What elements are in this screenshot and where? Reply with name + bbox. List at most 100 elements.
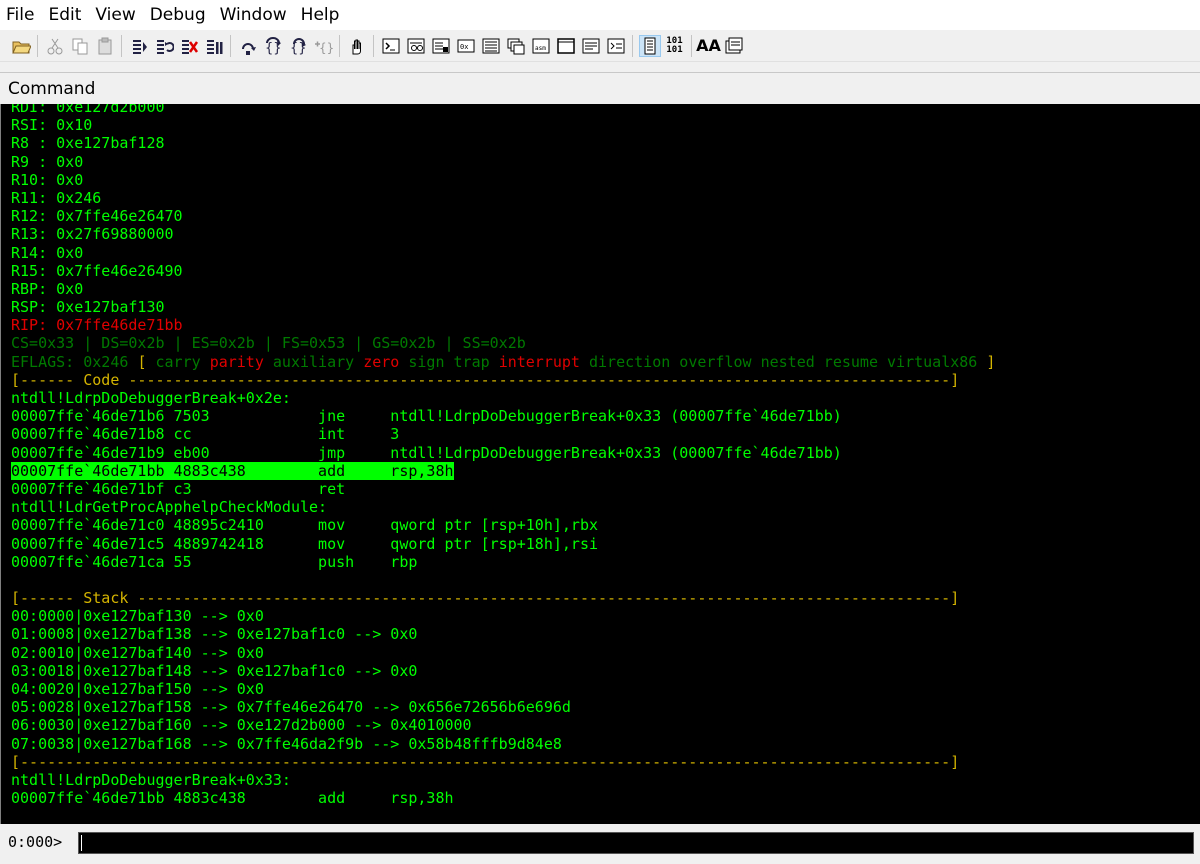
command-browser-button[interactable] bbox=[605, 35, 627, 57]
command-window-title: Command bbox=[8, 79, 96, 99]
output-line: 00007ffe`46de71c0 48895c2410 mov qword p… bbox=[11, 516, 1191, 534]
output-text: RBP: 0x0 bbox=[11, 279, 84, 298]
registers-window-icon: 0x bbox=[456, 36, 476, 56]
paste-button[interactable] bbox=[94, 35, 116, 57]
output-line: ntdll!LdrpDoDebuggerBreak+0x2e: bbox=[11, 389, 1191, 407]
output-text: R8 : 0xe127baf128 bbox=[11, 134, 165, 153]
svg-text:{}: {} bbox=[319, 41, 333, 55]
menu-debug[interactable]: Debug bbox=[143, 0, 213, 30]
output-text: R10: 0x0 bbox=[11, 170, 84, 189]
output-text: interrupt bbox=[498, 352, 589, 371]
output-text: 04:0020|0xe127baf150 --> 0x0 bbox=[11, 680, 264, 698]
output-line: RBP: 0x0 bbox=[11, 280, 1191, 298]
memory-window-button[interactable] bbox=[480, 35, 502, 57]
step-over-button[interactable]: {} bbox=[262, 35, 284, 57]
command-window-button[interactable] bbox=[380, 35, 402, 57]
output-line: RIP: 0x7ffe46de71bb bbox=[11, 316, 1191, 334]
disassembly-window-button[interactable]: asm bbox=[530, 35, 552, 57]
font-button[interactable]: AA bbox=[696, 35, 721, 57]
output-text: [------ Stack --------------------------… bbox=[11, 589, 960, 608]
command-output-pane[interactable]: RDI: 0xe127d2b000 RSI: 0x10 R8 : 0xe127baf… bbox=[0, 104, 1200, 824]
output-line: R13: 0x27f69880000 bbox=[11, 225, 1191, 243]
output-line: 00007ffe`46de71bb 4883c438 add rsp,38h bbox=[11, 461, 1191, 480]
menu-help[interactable]: Help bbox=[294, 0, 347, 30]
output-text: R15: 0x7ffe46e26490 bbox=[11, 261, 183, 280]
stop-debugging-button[interactable] bbox=[178, 35, 200, 57]
output-text: R12: 0x7ffe46e26470 bbox=[11, 207, 183, 226]
command-window-header: Command bbox=[0, 72, 1200, 104]
output-text: [ bbox=[137, 352, 156, 371]
svg-text:0x: 0x bbox=[460, 43, 468, 51]
call-stack-window-button[interactable] bbox=[505, 35, 527, 57]
output-line: 06:0030|0xe127baf160 --> 0xe127d2b000 --… bbox=[11, 716, 1191, 734]
output-text: 00007ffe`46de71c0 48895c2410 mov qword p… bbox=[11, 516, 598, 535]
menu-edit[interactable]: Edit bbox=[41, 0, 88, 30]
paste-icon bbox=[95, 36, 115, 56]
options-button[interactable] bbox=[723, 35, 745, 57]
restart-button[interactable] bbox=[153, 35, 175, 57]
output-text: 00007ffe`46de71bf c3 ret bbox=[11, 479, 346, 498]
menu-file[interactable]: File bbox=[0, 0, 41, 30]
registers-window-button[interactable]: 0x bbox=[455, 35, 477, 57]
run-to-cursor-icon: {} bbox=[313, 36, 333, 56]
run-to-cursor-button[interactable]: {} bbox=[312, 35, 334, 57]
output-line: 01:0008|0xe127baf138 --> 0xe127baf1c0 --… bbox=[11, 625, 1191, 643]
command-input[interactable] bbox=[78, 832, 1194, 854]
binary-toggle-button[interactable]: 101 101 bbox=[664, 35, 686, 57]
output-line: R10: 0x0 bbox=[11, 171, 1191, 189]
go-icon bbox=[129, 36, 149, 56]
output-text: ntdll!LdrGetProcApphelpCheckModule: bbox=[11, 498, 328, 517]
output-text: 05:0028|0xe127baf158 --> 0x7ffe46e26470 … bbox=[11, 698, 571, 717]
font-icon: AA bbox=[696, 36, 721, 55]
output-text: 00:0000|0xe127baf130 --> 0x0 bbox=[11, 607, 264, 626]
output-text: RIP: 0x7ffe46de71bb bbox=[11, 316, 183, 335]
output-text: sign trap bbox=[408, 352, 499, 371]
svg-text:asm: asm bbox=[535, 45, 546, 52]
output-line: R12: 0x7ffe46e26470 bbox=[11, 207, 1191, 225]
locals-window-button[interactable] bbox=[430, 35, 452, 57]
menu-view[interactable]: View bbox=[88, 0, 142, 30]
output-text: 00007ffe`46de71bb 4883c438 add rsp,38h bbox=[11, 789, 454, 808]
menu-window[interactable]: Window bbox=[213, 0, 294, 30]
output-text: RDI: 0xe127d2b000 bbox=[11, 104, 165, 116]
step-into-button[interactable] bbox=[237, 35, 259, 57]
output-text: 03:0018|0xe127baf148 --> 0xe127baf1c0 --… bbox=[11, 661, 418, 680]
stop-debugging-icon bbox=[179, 36, 199, 56]
output-text: ntdll!LdrpDoDebuggerBreak+0x2e: bbox=[11, 389, 291, 407]
watch-window-button[interactable] bbox=[405, 35, 427, 57]
output-line: [---------------------------------------… bbox=[11, 753, 1191, 771]
open-button[interactable] bbox=[10, 35, 32, 57]
output-text: 07:0038|0xe127baf168 --> 0x7ffe46da2f9b … bbox=[11, 734, 562, 753]
hand-button[interactable] bbox=[346, 35, 368, 57]
output-line: R14: 0x0 bbox=[11, 244, 1191, 262]
output-text: parity bbox=[209, 352, 273, 371]
toolbar-separator bbox=[37, 34, 38, 57]
step-out-button[interactable]: {} bbox=[287, 35, 309, 57]
output-text: direction overflow nested resume virtual… bbox=[589, 352, 987, 371]
text-caret bbox=[81, 835, 82, 851]
source-mode-button[interactable] bbox=[638, 34, 661, 57]
menu-bar: File Edit View Debug Window Help bbox=[0, 0, 1200, 30]
watch-window-icon bbox=[406, 36, 426, 56]
output-text: [---------------------------------------… bbox=[11, 752, 960, 771]
call-stack-window-icon bbox=[506, 36, 526, 56]
go-button[interactable] bbox=[128, 35, 150, 57]
cut-button[interactable] bbox=[44, 35, 66, 57]
toolbar-spacer bbox=[0, 62, 1200, 72]
cut-icon bbox=[45, 36, 65, 56]
output-line: R11: 0x246 bbox=[11, 189, 1191, 207]
output-text: R11: 0x246 bbox=[11, 188, 102, 207]
scratch-pad-button[interactable] bbox=[555, 35, 577, 57]
toolbar-separator bbox=[230, 34, 231, 57]
output-text: EFLAGS: 0x246 bbox=[11, 352, 138, 371]
processes-threads-button[interactable] bbox=[580, 35, 602, 57]
output-line: [------ Stack --------------------------… bbox=[11, 589, 1191, 607]
copy-button[interactable] bbox=[69, 35, 91, 57]
output-line: CS=0x33 | DS=0x2b | ES=0x2b | FS=0x53 | … bbox=[11, 334, 1191, 352]
output-text: 00007ffe`46de71ca 55 push rbp bbox=[11, 552, 418, 571]
output-line: RSI: 0x10 bbox=[11, 116, 1191, 134]
output-line: 07:0038|0xe127baf168 --> 0x7ffe46da2f9b … bbox=[11, 735, 1191, 753]
toolbar-separator bbox=[691, 34, 692, 57]
break-button[interactable] bbox=[203, 35, 225, 57]
